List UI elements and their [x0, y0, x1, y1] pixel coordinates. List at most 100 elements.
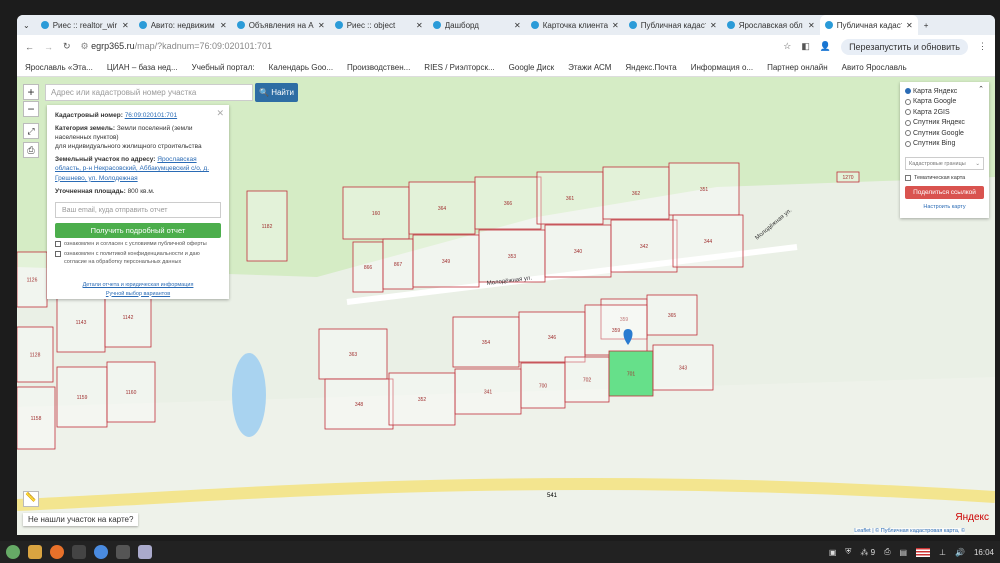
close-tab-icon[interactable]: ✕	[122, 21, 129, 30]
bookmark-item[interactable]: Информация о...	[691, 63, 753, 72]
close-tab-icon[interactable]: ✕	[612, 21, 619, 30]
clipboard-icon[interactable]: ▣	[829, 548, 837, 557]
layer-radio[interactable]: Карта Google	[905, 97, 984, 108]
browser-tab[interactable]: Дашборд ✕	[428, 21, 526, 30]
menu-icon[interactable]: ⋮	[978, 41, 987, 52]
fullscreen-icon[interactable]: ⤢	[23, 123, 39, 139]
layer-radio[interactable]: Карта Яндекс	[905, 86, 984, 97]
bookmark-item[interactable]: Производствен...	[347, 63, 410, 72]
browser-tab[interactable]: Карточка клиента ✕	[526, 21, 624, 30]
layer-radio[interactable]: Карта 2GIS	[905, 107, 984, 118]
site-info-icon[interactable]: ⚙	[81, 41, 92, 51]
browser-tab[interactable]: Объявления на А ✕	[232, 21, 330, 30]
terminal-icon[interactable]	[72, 545, 86, 559]
bookmark-item[interactable]: Яндекс.Почта	[625, 63, 676, 72]
bookmark-item[interactable]: Этажи АСМ	[568, 63, 611, 72]
editor-icon[interactable]	[138, 545, 152, 559]
parcel-info-popup: ✕ Кадастровый номер: 76:09:020101:701 Ка…	[47, 105, 229, 299]
close-tab-icon[interactable]: ✕	[906, 21, 913, 30]
forward-icon[interactable]: →	[44, 42, 53, 52]
browser-tab[interactable]: Публичная кадаст ✕	[819, 15, 918, 35]
layer-radio-label: Спутник Яндекс	[913, 119, 965, 127]
layer-radio[interactable]: Спутник Bing	[905, 139, 984, 150]
zoom-out-button[interactable]: −	[23, 101, 39, 117]
close-icon[interactable]: ✕	[216, 107, 224, 120]
bookmark-item[interactable]: ЦИАН – база нед...	[107, 63, 178, 72]
bookmark-item[interactable]: Google Диск	[509, 63, 554, 72]
close-tab-icon[interactable]: ✕	[318, 21, 325, 30]
collapse-chevron-icon[interactable]: ⌃	[978, 85, 984, 93]
shield-icon[interactable]: ⛨	[845, 547, 851, 557]
bookmark-item[interactable]: RIES / Риэлторск...	[424, 63, 494, 72]
print-icon[interactable]: ⎙	[23, 142, 39, 158]
network-icon[interactable]: ⁂ 9	[860, 548, 875, 557]
tab-list-chevron-icon[interactable]: ⌄	[23, 21, 30, 30]
clock[interactable]: 16:04	[974, 548, 994, 557]
search-input[interactable]: Адрес или кадастровый номер участка	[45, 84, 253, 101]
start-menu-icon[interactable]	[6, 545, 20, 559]
layer-select[interactable]: Кадастровые границы ⌄	[905, 157, 984, 170]
layer-radio[interactable]: Спутник Google	[905, 128, 984, 139]
parcel-number: 348	[355, 402, 364, 408]
browser-tab[interactable]: Публичная кадаст ✕	[624, 21, 722, 30]
close-tab-icon[interactable]: ✕	[808, 21, 815, 30]
not-found-link[interactable]: Не нашли участок на карте?	[23, 513, 139, 526]
browser-tab[interactable]: Авито: недвижим ✕	[134, 21, 232, 30]
calculator-icon[interactable]	[116, 545, 130, 559]
bookmark-item[interactable]: Календарь Goo...	[269, 63, 333, 72]
volume-icon[interactable]: 🔊	[955, 548, 965, 557]
manual-choice-link[interactable]: Ручной выбор вариантов	[106, 291, 170, 297]
parcel-number: 160	[372, 211, 381, 217]
bookmark-star-icon[interactable]: ☆	[783, 41, 791, 52]
browser-tab[interactable]: Риес :: object ✕	[330, 21, 428, 30]
layer-select-value: Кадастровые границы	[909, 161, 966, 167]
new-tab-button[interactable]: +	[924, 21, 929, 30]
ruler-icon[interactable]: 📏	[23, 491, 39, 507]
report-details-link[interactable]: Детали отчета и юридическая информация	[83, 282, 194, 288]
email-input[interactable]: Ваш email, куда отправить отчет	[55, 201, 221, 218]
close-tab-icon[interactable]: ✕	[514, 21, 521, 30]
restart-update-button[interactable]: Перезапустить и обновить	[841, 38, 968, 55]
bookmark-item[interactable]: Ярославль «Эта...	[25, 63, 93, 72]
privacy-checkbox-label: ознакомлен с политикой конфиденциальност…	[64, 251, 200, 266]
files-icon[interactable]	[28, 545, 42, 559]
side-panel-icon[interactable]: ◧	[801, 41, 810, 52]
parcel-number: 349	[442, 259, 451, 265]
close-tab-icon[interactable]: ✕	[416, 21, 423, 30]
layer-radio[interactable]: Спутник Яндекс	[905, 118, 984, 129]
zoom-in-button[interactable]: +	[23, 84, 39, 100]
bookmark-item[interactable]: Учебный портал:	[192, 63, 255, 72]
browser-tab[interactable]: Риес :: realtor_wir ✕	[36, 21, 134, 30]
browser-tab[interactable]: Ярославская обл ✕	[722, 21, 820, 30]
reload-icon[interactable]: ↻	[63, 41, 71, 52]
privacy-checkbox[interactable]: ознакомлен с политикой конфиденциальност…	[55, 251, 221, 266]
cadastral-map[interactable]: 160 364 366 361 362 351 866 867 349 353 340 342 344 3…	[17, 77, 995, 535]
url-field[interactable]: ⚙ egrp365.ru/map/?kadnum=76:09:020101:70…	[81, 41, 774, 52]
close-tab-icon[interactable]: ✕	[220, 21, 227, 30]
thematic-checkbox[interactable]: Тематическая карта	[905, 175, 984, 181]
bookmark-item[interactable]: Авито Ярославль	[842, 63, 907, 72]
tab-title: Карточка клиента	[542, 20, 608, 30]
keyboard-layout-flag-icon[interactable]	[916, 547, 931, 557]
configure-map-link[interactable]: Настроить карту	[905, 204, 984, 210]
bookmark-item[interactable]: Партнер онлайн	[767, 63, 828, 72]
address-label: Земельный участок по адресу:	[55, 156, 156, 164]
cad-number-link[interactable]: 76:09:020101:701	[125, 112, 177, 119]
share-link-button[interactable]: Поделиться ссылкой	[905, 186, 984, 199]
printer-icon[interactable]: ⎙	[884, 547, 890, 557]
tab-title: Объявления на А	[248, 20, 314, 30]
close-tab-icon[interactable]: ✕	[710, 21, 717, 30]
chrome-icon[interactable]	[94, 545, 108, 559]
offer-checkbox[interactable]: ознакомлен и согласен с условиями публич…	[55, 240, 221, 249]
lan-icon[interactable]: ⊥	[939, 548, 946, 557]
attribution[interactable]: Leaflet | © Публичная кадастровая карта,…	[854, 528, 965, 534]
find-button[interactable]: 🔍 Найти	[255, 83, 298, 102]
cad-label: Кадастровый номер:	[55, 112, 123, 119]
get-report-button[interactable]: Получить подробный отчет	[55, 222, 221, 238]
notes-icon[interactable]: ▤	[899, 548, 907, 557]
parcel-number: 702	[583, 378, 592, 384]
tab-title: Дашборд	[444, 20, 479, 30]
back-icon[interactable]: ←	[25, 42, 34, 52]
profile-avatar[interactable]: 👤	[820, 41, 831, 52]
firefox-icon[interactable]	[50, 545, 64, 559]
